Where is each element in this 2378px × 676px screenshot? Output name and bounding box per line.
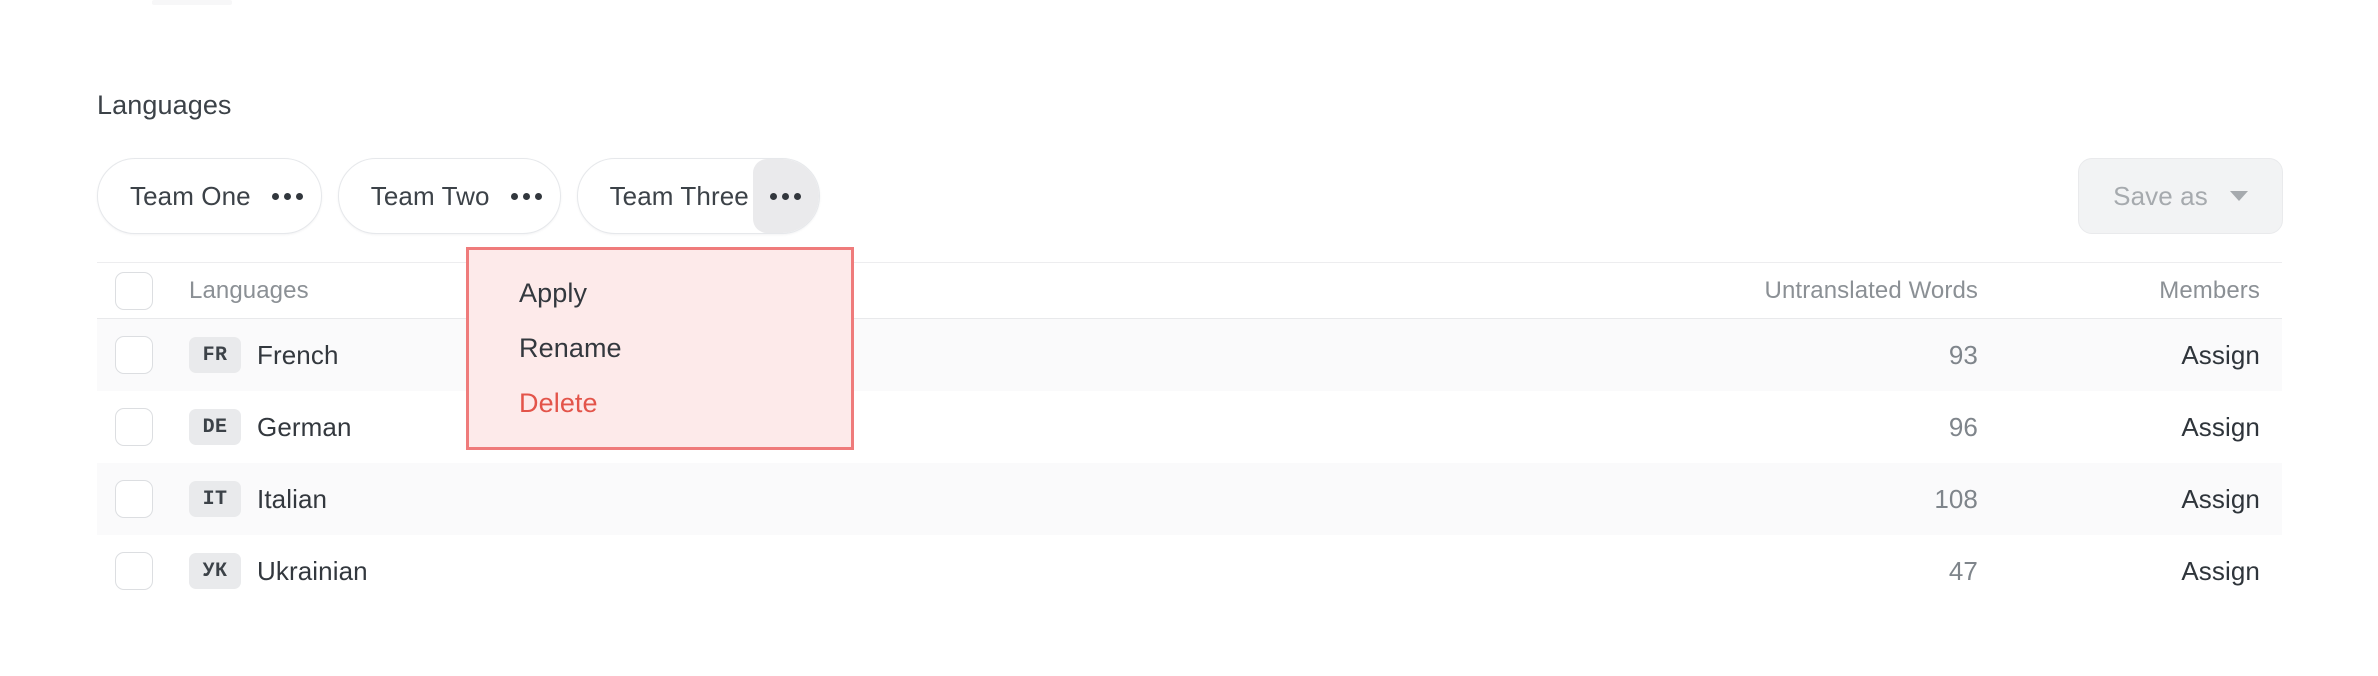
context-menu-item-apply[interactable]: Apply — [519, 266, 851, 321]
select-all-checkbox[interactable] — [115, 271, 153, 310]
language-name: Ukrainian — [257, 555, 368, 586]
language-name: German — [257, 411, 352, 442]
row-untranslated-words-cell: 47 — [1422, 556, 1982, 587]
row-select-cell — [97, 408, 189, 446]
row-select-cell — [97, 552, 189, 590]
table-header-row: Languages Untranslated Words Members — [97, 263, 2282, 319]
row-members-cell: Assign — [1982, 340, 2282, 371]
language-code-badge: IT — [189, 481, 241, 517]
row-untranslated-words-cell: 93 — [1422, 340, 1982, 371]
team-three-menu-button[interactable] — [752, 159, 819, 233]
row-checkbox[interactable] — [115, 336, 153, 374]
header-members-cell: Members — [1982, 277, 2282, 305]
assign-button[interactable]: Assign — [2181, 412, 2260, 442]
languages-table: Languages Untranslated Words Members FR … — [97, 262, 2282, 607]
table-row[interactable]: DE German 96 Assign — [97, 391, 2282, 463]
table-row[interactable]: FR French 93 Assign — [97, 319, 2282, 391]
chevron-down-icon — [2229, 191, 2248, 201]
row-select-cell — [97, 336, 189, 374]
row-members-cell: Assign — [1982, 484, 2282, 515]
team-pill-team-one[interactable]: Team One — [97, 158, 322, 234]
team-pill-label: Team One — [130, 180, 251, 211]
language-name: Italian — [257, 483, 328, 514]
team-two-menu-button[interactable] — [494, 159, 560, 233]
row-untranslated-words-cell: 96 — [1422, 412, 1982, 443]
untranslated-words-value: 96 — [1948, 411, 1978, 442]
team-one-menu-button[interactable] — [255, 159, 321, 233]
assign-button[interactable]: Assign — [2181, 484, 2260, 514]
context-menu-item-rename[interactable]: Rename — [519, 321, 851, 376]
team-pill-label: Team Three — [609, 180, 749, 211]
assign-button[interactable]: Assign — [2181, 340, 2260, 370]
row-members-cell: Assign — [1982, 556, 2282, 587]
team-pill-team-two[interactable]: Team Two — [337, 158, 561, 234]
context-menu-item-delete[interactable]: Delete — [519, 376, 851, 431]
untranslated-words-value: 47 — [1948, 555, 1978, 586]
language-code-badge: DE — [189, 409, 241, 445]
select-all-cell — [97, 271, 189, 310]
row-language-cell: IT Italian — [189, 481, 1422, 517]
column-header-untranslated-words: Untranslated Words — [1764, 276, 1978, 304]
ellipsis-icon — [272, 192, 304, 200]
row-select-cell — [97, 480, 189, 518]
language-code-badge: FR — [189, 337, 241, 373]
save-as-label: Save as — [2113, 180, 2208, 211]
team-context-menu: Apply Rename Delete — [466, 247, 854, 450]
ellipsis-icon — [511, 192, 543, 200]
ellipsis-icon — [770, 192, 802, 200]
row-checkbox[interactable] — [115, 480, 153, 518]
column-header-members: Members — [2159, 276, 2260, 304]
row-checkbox[interactable] — [115, 408, 153, 446]
row-untranslated-words-cell: 108 — [1422, 484, 1982, 515]
table-row[interactable]: УК Ukrainian 47 Assign — [97, 535, 2282, 607]
page-title: Languages — [97, 90, 232, 120]
table-row[interactable]: IT Italian 108 Assign — [97, 463, 2282, 535]
column-header-languages: Languages — [189, 276, 309, 304]
save-as-button[interactable]: Save as — [2078, 158, 2283, 234]
team-pill-label: Team Two — [370, 180, 490, 211]
row-language-cell: УК Ukrainian — [189, 553, 1422, 589]
header-untranslated-words-cell: Untranslated Words — [1422, 277, 1982, 305]
row-members-cell: Assign — [1982, 412, 2282, 443]
assign-button[interactable]: Assign — [2181, 556, 2260, 586]
row-checkbox[interactable] — [115, 552, 153, 590]
language-name: French — [257, 339, 339, 370]
cut-off-element-fragment — [152, 0, 232, 5]
untranslated-words-value: 93 — [1948, 339, 1978, 370]
team-pill-team-three[interactable]: Team Three — [576, 158, 820, 234]
team-pill-list: Team One Team Two Team Three — [97, 158, 820, 234]
untranslated-words-value: 108 — [1934, 483, 1978, 514]
language-code-badge: УК — [189, 553, 241, 589]
